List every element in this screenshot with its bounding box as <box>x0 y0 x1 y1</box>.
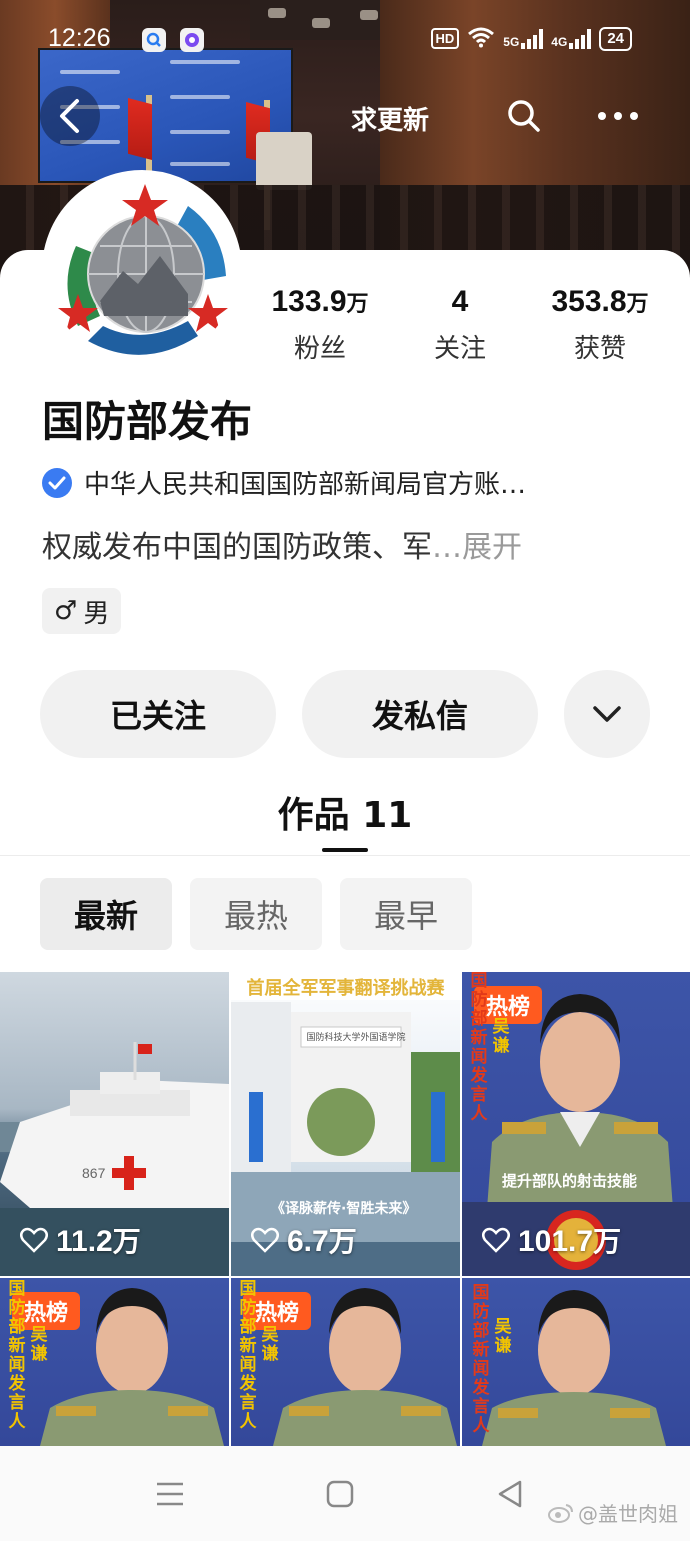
sort-newest[interactable]: 最新 <box>40 878 172 950</box>
status-bar: 12:26 HD 5G 4G 24 <box>0 22 690 58</box>
video-tile[interactable]: 热榜 国防部新闻发言人 吴谦 <box>0 1278 229 1446</box>
verified-badge-icon <box>42 467 72 498</box>
signal-5g-icon: 5G <box>503 28 544 49</box>
sort-oldest[interactable]: 最早 <box>340 878 472 950</box>
male-icon: ♂ <box>54 596 78 626</box>
gender-tag: ♂ 男 <box>42 588 122 634</box>
expand-recommendations-button[interactable] <box>564 670 650 758</box>
side-name-text: 吴谦 <box>492 1017 510 1056</box>
side-name-text: 吴谦 <box>30 1325 48 1364</box>
video-tile[interactable]: 热榜 国防部新闻发言人 吴谦 提升部队的射击技能 101.7万 <box>462 972 690 1276</box>
profile-stats: 133.9万 粉丝 4 关注 353.8万 获赞 <box>250 285 670 365</box>
side-caption-text: 国防部新闻发言人 <box>470 972 488 1124</box>
send-message-button[interactable]: 发私信 <box>302 670 538 758</box>
home-button[interactable] <box>320 1474 360 1514</box>
video-tile[interactable]: 热榜 国防部新闻发言人 吴谦 <box>231 1278 460 1446</box>
back-triangle-icon <box>498 1480 522 1508</box>
followers-label: 粉丝 <box>293 334 346 364</box>
profile-avatar[interactable] <box>42 170 242 370</box>
hd-voice-icon: HD <box>430 28 460 49</box>
video-tile[interactable]: 国防部新闻发言人 吴谦 <box>462 1278 690 1446</box>
back-arrow-icon <box>60 99 79 133</box>
weibo-watermark: @盖世肉姐 <box>548 1498 678 1527</box>
system-navigation-bar: @盖世肉姐 <box>0 1446 690 1541</box>
side-name-text: 吴谦 <box>494 1317 512 1356</box>
video-grid: 867 11.2万 首届全军军事翻译挑战赛 国防科技大学外国语学院 《译脉薪传·… <box>0 972 690 1446</box>
chevron-down-icon <box>593 706 621 722</box>
browser-app-icon <box>142 28 166 52</box>
svg-text:867: 867 <box>82 1165 106 1181</box>
gender-label: 男 <box>83 598 110 629</box>
back-button[interactable] <box>40 86 100 146</box>
tab-works[interactable]: 作品 11 <box>0 786 690 838</box>
sort-hottest[interactable]: 最热 <box>190 878 322 950</box>
wifi-icon <box>467 26 495 51</box>
following-stat[interactable]: 4 关注 <box>390 285 530 365</box>
video-caption-text: 提升部队的射击技能 <box>502 1172 638 1190</box>
verification-text: 中华人民共和国国防部新闻局官方账… <box>84 470 527 500</box>
following-label: 关注 <box>433 334 486 364</box>
nav-title: 求更新 <box>350 106 429 136</box>
profile-action-row: 已关注 发私信 <box>40 670 650 758</box>
building-sign-text: 国防科技大学外国语学院 <box>306 1033 406 1043</box>
side-caption-text: 国防部新闻发言人 <box>239 1279 257 1432</box>
bio-expand-link[interactable]: 展开 <box>462 530 522 565</box>
side-caption-text: 国防部新闻发言人 <box>8 1279 26 1432</box>
verification-row[interactable]: 中华人民共和国国防部新闻局官方账… <box>42 464 526 501</box>
profile-name: 国防部发布 <box>42 397 253 446</box>
followed-button[interactable]: 已关注 <box>40 670 276 758</box>
heart-icon <box>20 1227 48 1253</box>
home-square-icon <box>326 1480 354 1508</box>
video-tile[interactable]: 首届全军军事翻译挑战赛 国防科技大学外国语学院 《译脉薪传·智胜未来》 6.7万 <box>231 972 460 1276</box>
battery-indicator: 24 <box>599 26 632 51</box>
side-caption-text: 国防部新闻发言人 <box>472 1283 490 1436</box>
video-tile[interactable]: 867 11.2万 <box>0 972 229 1276</box>
spokesperson-thumbnail <box>482 1290 666 1446</box>
menu-lines-icon <box>157 1482 183 1506</box>
side-name-text: 吴谦 <box>261 1325 279 1364</box>
heart-icon <box>251 1227 279 1253</box>
weibo-logo-icon <box>548 1503 573 1523</box>
search-icon <box>508 100 540 132</box>
assistant-app-icon <box>180 28 204 52</box>
content-tabs: 作品 11 <box>0 782 690 856</box>
bio-ellipsis: … <box>432 530 462 565</box>
likes-stat[interactable]: 353.8万 获赞 <box>530 285 670 365</box>
video-likes: 11.2万 <box>20 1220 141 1260</box>
profile-page: 12:26 HD 5G 4G 24 求更新 133.9万 粉丝 4 关注 353… <box>0 0 690 1541</box>
signal-4g-icon: 4G <box>551 28 592 49</box>
search-button[interactable] <box>494 86 554 146</box>
likes-label: 获赞 <box>573 334 626 364</box>
bio-text: 权威发布中国的国防政策、军 <box>42 530 432 565</box>
recent-apps-button[interactable] <box>150 1474 190 1514</box>
status-time: 12:26 <box>48 24 111 52</box>
system-back-button[interactable] <box>490 1474 530 1514</box>
sort-options: 最新 最热 最早 <box>40 878 472 950</box>
video-likes: 101.7万 <box>482 1220 621 1260</box>
heart-icon <box>482 1227 510 1253</box>
profile-bio[interactable]: 权威发布中国的国防政策、军…展开 <box>42 522 522 566</box>
ministry-emblem-icon <box>58 184 228 355</box>
video-likes: 6.7万 <box>251 1220 357 1260</box>
tab-indicator <box>322 848 368 852</box>
followers-stat[interactable]: 133.9万 粉丝 <box>250 285 390 365</box>
video-banner-text: 《译脉薪传·智胜未来》 <box>271 1201 417 1217</box>
top-navigation: 求更新 <box>0 86 690 146</box>
more-dots-icon <box>598 112 638 120</box>
more-options-button[interactable] <box>588 86 648 146</box>
